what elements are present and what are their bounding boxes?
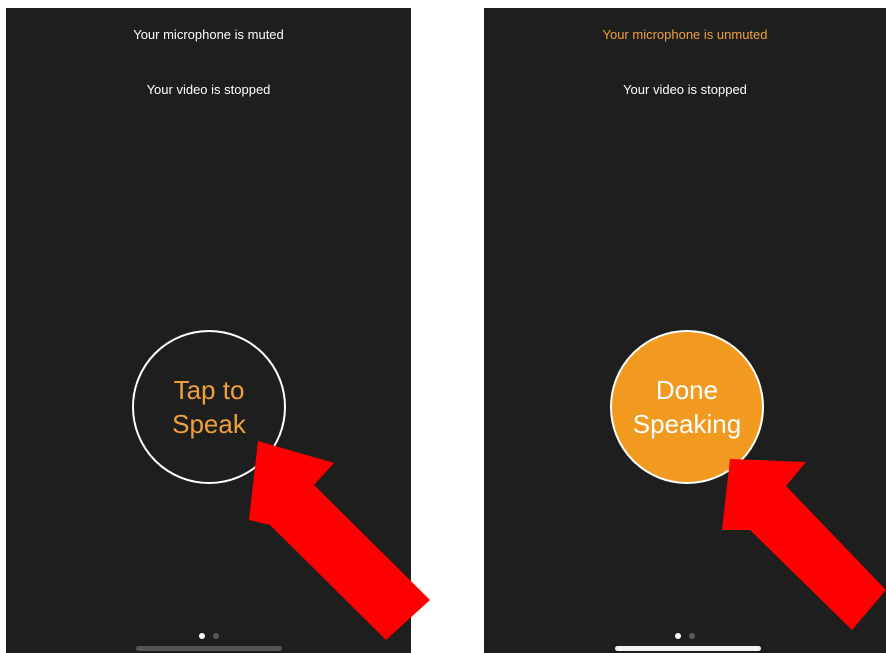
button-label-line2: Speak [172, 409, 246, 439]
screen-muted: Your microphone is muted Your video is s… [6, 8, 411, 653]
home-indicator[interactable] [615, 646, 761, 651]
video-status-text: Your video is stopped [146, 82, 271, 97]
page-dot-2[interactable] [212, 633, 219, 639]
page-dot-1[interactable] [675, 633, 681, 639]
mic-status-text: Your microphone is unmuted [602, 27, 768, 42]
page-indicator[interactable] [6, 633, 411, 639]
screen-unmuted: Your microphone is unmuted Your video is… [484, 8, 886, 653]
video-status-text: Your video is stopped [623, 82, 747, 97]
page-dot-1[interactable] [198, 633, 205, 639]
button-label-line1: Tap to [173, 375, 245, 405]
home-indicator[interactable] [136, 646, 282, 651]
tap-to-speak-button[interactable]: Tap to Speak [132, 330, 286, 484]
page-indicator[interactable] [484, 633, 886, 639]
mic-status-text: Your microphone is muted [133, 27, 284, 42]
button-label-line2: Speaking [632, 409, 742, 439]
button-label-line1: Done [655, 375, 719, 405]
done-speaking-button[interactable]: Done Speaking [610, 330, 764, 484]
page-dot-2[interactable] [689, 633, 695, 639]
